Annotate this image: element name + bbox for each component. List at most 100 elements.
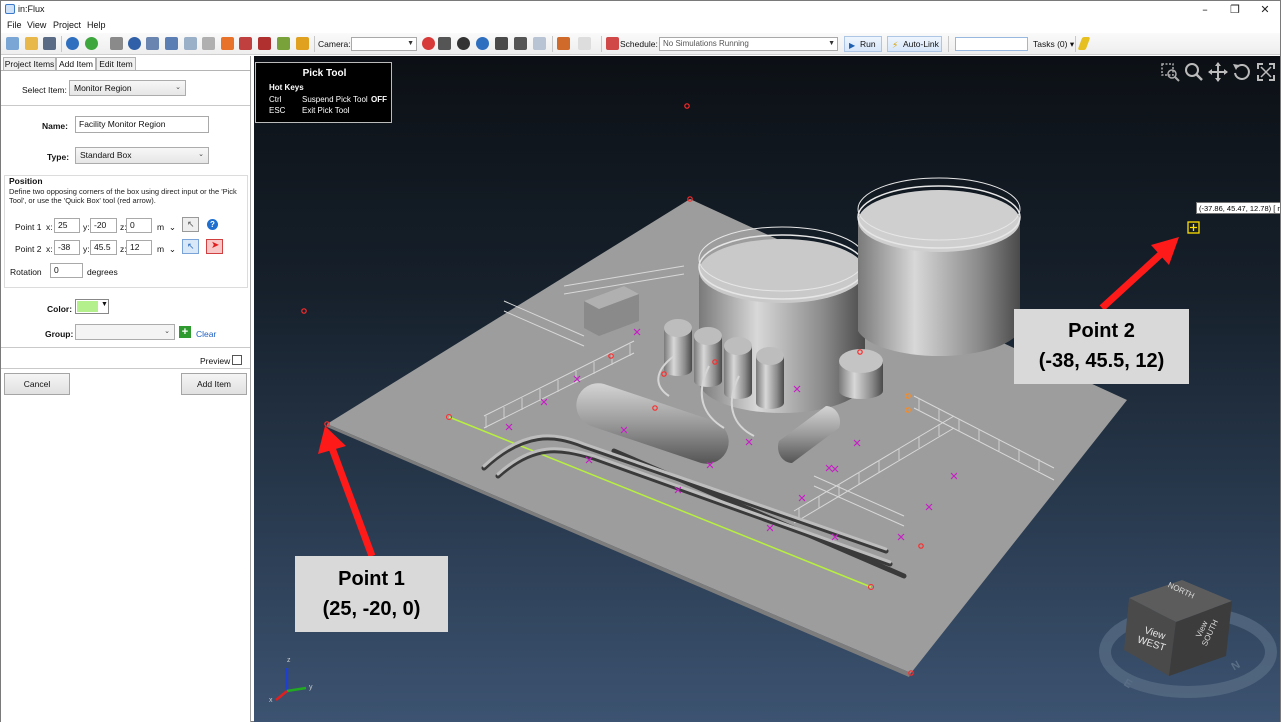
window-title: in:Flux <box>18 4 45 14</box>
run-button[interactable]: ▶ Run <box>844 36 882 52</box>
tab-project-items[interactable]: Project Items <box>3 57 56 70</box>
add-group-icon[interactable]: + <box>179 326 191 338</box>
report-icon[interactable] <box>258 37 271 50</box>
name-input[interactable]: Facility Monitor Region <box>75 116 209 133</box>
pick-tool-title: Pick Tool <box>302 68 347 79</box>
add-item-button[interactable]: Add Item <box>181 373 247 395</box>
pick-cursor <box>1187 221 1200 234</box>
clear-link[interactable]: Clear <box>196 329 216 339</box>
annotation-arrow-point1 <box>318 426 376 558</box>
select-item-dropdown[interactable]: Monitor Region ⌄ <box>69 80 186 96</box>
info-icon[interactable] <box>66 37 79 50</box>
gas-icon[interactable] <box>239 37 252 50</box>
cloud-icon[interactable] <box>202 37 215 50</box>
point1-callout: Point 1 (25, -20, 0) <box>295 556 448 632</box>
minimize-button[interactable]: – <box>1190 1 1220 18</box>
export-icon[interactable] <box>277 37 290 50</box>
select-item-label: Select Item: <box>22 85 67 95</box>
brush-icon[interactable] <box>1077 37 1091 50</box>
preview-checkbox[interactable] <box>232 355 242 365</box>
color-swatch <box>77 301 98 312</box>
point2-x-input[interactable]: -38 <box>54 240 80 255</box>
play-icon: ▶ <box>849 41 856 50</box>
hotkey-ctrl-action: Suspend Pick Tool <box>302 95 368 104</box>
3d-viewport[interactable]: NORTH View WEST View SOUTH E N z y x Pic… <box>254 56 1280 722</box>
type-label: Type: <box>47 152 70 162</box>
axis-x-label: x <box>269 697 273 704</box>
color-label: Color: <box>47 304 73 314</box>
tasks-label[interactable]: Tasks (0) ▾ <box>1033 39 1074 50</box>
rotation-input[interactable]: 0 <box>50 263 83 278</box>
camera-select[interactable]: ▼ <box>351 37 417 51</box>
focus-icon[interactable] <box>476 37 489 50</box>
pointer-icon[interactable] <box>578 37 591 50</box>
layers-icon[interactable] <box>557 37 570 50</box>
close-button[interactable]: ✕ <box>1250 1 1280 18</box>
tab-add-item[interactable]: Add Item <box>56 57 96 71</box>
hotkey-ctrl: Ctrl <box>269 95 282 104</box>
target-icon[interactable] <box>128 37 141 50</box>
point1-y-input[interactable]: -20 <box>90 218 117 233</box>
quick-box-button[interactable]: ➤ <box>206 239 223 254</box>
region-icon[interactable] <box>165 37 178 50</box>
zoom-region-icon[interactable] <box>1160 62 1180 82</box>
point2-y-input[interactable]: 45.5 <box>90 240 117 255</box>
color-picker[interactable]: ▼ <box>75 299 109 314</box>
menu-project[interactable]: Project <box>53 20 81 30</box>
orbit-icon[interactable] <box>457 37 470 50</box>
rotate-icon[interactable] <box>1232 62 1252 82</box>
group-dropdown[interactable]: ⌄ <box>75 324 175 340</box>
camera-label: Camera: <box>318 39 351 49</box>
add-item-icon[interactable] <box>85 37 98 50</box>
measure-icon[interactable] <box>495 37 508 50</box>
cancel-button[interactable]: Cancel <box>4 373 70 395</box>
point2-label: Point 2 <box>15 244 42 254</box>
group-label: Group: <box>45 329 74 339</box>
rotation-label: Rotation <box>10 267 42 277</box>
chevron-down-icon: ▼ <box>101 301 108 308</box>
position-heading: Position <box>9 176 43 186</box>
delete-camera-icon[interactable] <box>422 37 435 50</box>
axis-triad <box>275 668 307 701</box>
point1-pick-tool-button[interactable]: ↖ <box>182 217 199 232</box>
fire-icon[interactable] <box>221 37 234 50</box>
new-project-icon[interactable] <box>6 37 19 50</box>
cursor-coordinate-tooltip: (-37.86, 45.47, 12.78) [ m <box>1196 202 1280 214</box>
hotkey-esc-action: Exit Pick Tool <box>302 106 350 115</box>
help-icon[interactable]: ? <box>207 219 218 230</box>
fan-icon[interactable] <box>184 37 197 50</box>
menu-file[interactable]: File <box>7 20 22 30</box>
hotkeys-heading: Hot Keys <box>269 83 304 92</box>
grid-toggle-icon[interactable] <box>514 37 527 50</box>
stack-icon[interactable] <box>110 37 123 50</box>
point2-pick-tool-button[interactable]: ↖ <box>182 239 199 254</box>
tab-edit-item[interactable]: Edit Item <box>96 57 136 70</box>
axis-z-label: z <box>287 657 291 664</box>
menu-view[interactable]: View <box>27 20 46 30</box>
point1-unit[interactable]: m ⌄ <box>157 222 176 233</box>
point2-unit[interactable]: m ⌄ <box>157 244 176 255</box>
fit-view-icon[interactable] <box>1256 62 1276 82</box>
point2-callout: Point 2 (-38, 45.5, 12) <box>1014 309 1189 384</box>
hotkey-esc: ESC <box>269 106 286 115</box>
auto-link-button[interactable]: ⚡ Auto-Link <box>887 36 942 52</box>
storage-tank-right <box>857 177 1021 357</box>
position-help-text: Define two opposing corners of the box u… <box>9 187 237 205</box>
menu-help[interactable]: Help <box>87 20 106 30</box>
zoom-icon[interactable] <box>1184 62 1204 82</box>
maximize-button[interactable]: ❐ <box>1220 1 1250 18</box>
grid-icon[interactable] <box>296 37 309 50</box>
box-icon[interactable] <box>533 37 546 50</box>
point1-x-input[interactable]: 25 <box>54 218 80 233</box>
open-folder-icon[interactable] <box>25 37 38 50</box>
point2-z-input[interactable]: 12 <box>126 240 152 255</box>
schedule-select[interactable]: No Simulations Running ▼ <box>659 37 838 51</box>
axis-y-label: y <box>309 684 313 691</box>
type-dropdown[interactable]: Standard Box ⌄ <box>75 147 209 164</box>
save-icon[interactable] <box>43 37 56 50</box>
schedule-icon <box>606 37 619 50</box>
camera-icon[interactable] <box>438 37 451 50</box>
point1-z-input[interactable]: 0 <box>126 218 152 233</box>
line-icon[interactable] <box>146 37 159 50</box>
pan-icon[interactable] <box>1208 62 1228 82</box>
